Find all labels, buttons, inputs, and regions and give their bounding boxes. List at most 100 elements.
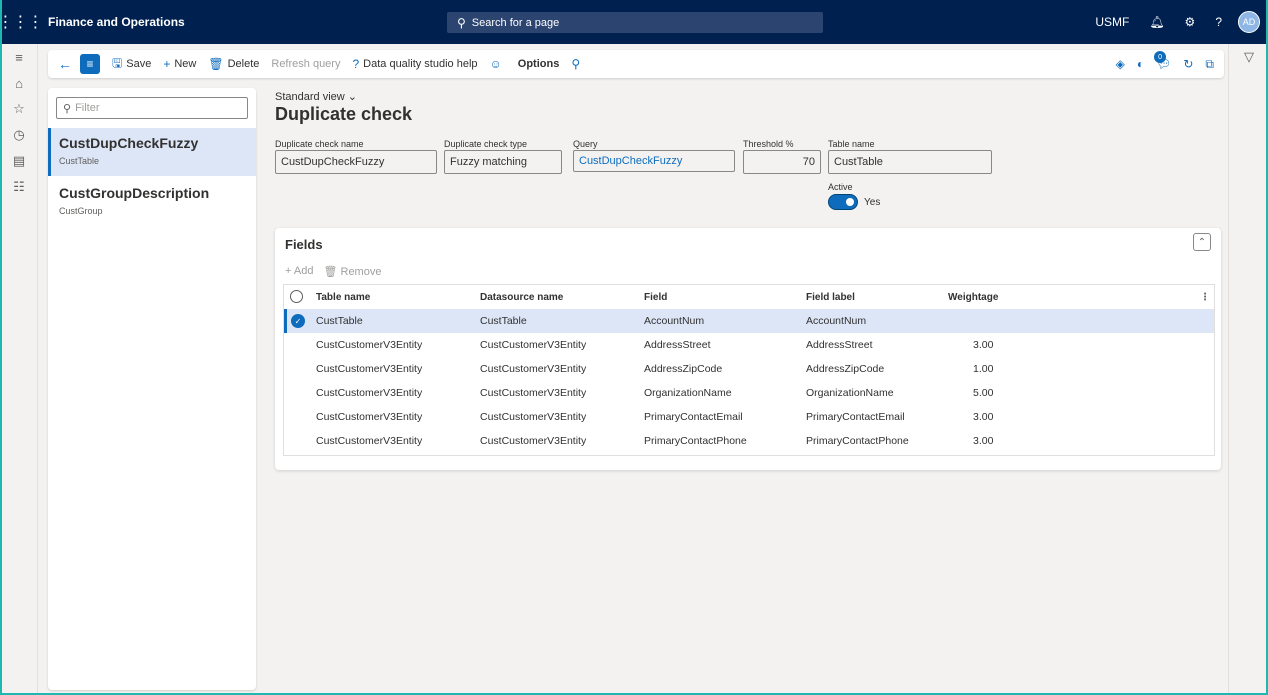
table-cell: PrimaryContactEmail [644, 411, 743, 423]
active-value: Yes [864, 197, 881, 208]
refresh-query-button[interactable]: Refresh query [265, 50, 346, 78]
table-cell: CustCustomerV3Entity [316, 363, 423, 375]
filter-input[interactable]: ⚲ Filter [56, 97, 248, 119]
app-title[interactable]: Finance and Operations [48, 15, 185, 29]
hamburger-icon[interactable]: ≡ [0, 44, 38, 70]
table-cell: CustCustomerV3Entity [480, 339, 587, 351]
plus-icon: + [285, 265, 292, 277]
type-field[interactable]: Fuzzy matching [444, 150, 562, 174]
table-row[interactable]: ✓ CustTable CustTable AccountNum Account… [284, 309, 1214, 333]
feedback-icon[interactable]: ☺ [484, 50, 512, 78]
top-bar: ⋮⋮⋮ Finance and Operations ⚲ Search for … [0, 0, 1268, 44]
avatar[interactable]: AD [1238, 11, 1260, 33]
list-item-title: CustGroupDescription [59, 185, 210, 201]
table-row[interactable]: CustCustomerV3Entity CustCustomerV3Entit… [284, 357, 1214, 381]
table-cell: 3.00 [973, 339, 994, 351]
modules-icon[interactable]: ☷ [0, 174, 38, 200]
table-field[interactable]: CustTable [828, 150, 992, 174]
active-label: Active [828, 182, 853, 192]
table-cell: OrganizationName [806, 387, 894, 399]
table-row[interactable]: CustCustomerV3Entity CustCustomerV3Entit… [284, 405, 1214, 429]
back-icon[interactable]: ← [52, 50, 78, 78]
table-cell: CustCustomerV3Entity [480, 363, 587, 375]
name-label: Duplicate check name [275, 139, 364, 149]
clock-icon[interactable]: ◷ [0, 122, 38, 148]
more-icon[interactable]: ⋮ [1200, 285, 1210, 309]
message-icon[interactable]: 💬︎ 0 [1154, 51, 1171, 71]
column-header[interactable]: Field [644, 285, 667, 309]
save-icon: 🖫 [112, 55, 123, 70]
fields-panel: Fields ⌃ + Add 🗑︎ Remove Table name Data… [275, 228, 1221, 470]
view-selector[interactable]: Standard view ⌄ [275, 90, 357, 103]
table-cell: PrimaryContactPhone [644, 435, 747, 447]
table-label: Table name [828, 139, 875, 149]
gear-icon[interactable]: ⚙ [1175, 0, 1206, 44]
table-cell: AddressZipCode [644, 363, 723, 375]
table-cell: CustTable [480, 315, 527, 327]
delete-button[interactable]: 🗑︎ Delete [202, 50, 265, 78]
table-row[interactable]: CustCustomerV3Entity CustCustomerV3Entit… [284, 429, 1214, 453]
table-cell: AccountNum [806, 315, 867, 327]
select-all-radio[interactable] [290, 290, 303, 303]
search-placeholder: Search for a page [471, 16, 560, 29]
refresh-icon[interactable]: ↻ [1183, 57, 1193, 71]
table-row[interactable]: CustCustomerV3Entity CustCustomerV3Entit… [284, 381, 1214, 405]
search-icon: ⚲ [457, 15, 466, 30]
table-cell: CustCustomerV3Entity [480, 411, 587, 423]
list-item[interactable]: CustDupCheckFuzzy CustTable [48, 128, 256, 176]
table-cell: CustCustomerV3Entity [316, 339, 423, 351]
query-label: Query [573, 139, 598, 149]
company-picker[interactable]: USMF [1085, 0, 1139, 44]
table-cell: PrimaryContactEmail [806, 411, 905, 423]
options-tab[interactable]: Options [512, 50, 566, 78]
home-icon[interactable]: ⌂ [0, 70, 38, 96]
page-title: Duplicate check [275, 104, 413, 124]
popout-icon[interactable]: ⧉ [1205, 57, 1214, 72]
chevron-up-icon[interactable]: ⌃ [1193, 233, 1211, 251]
search-input[interactable]: ⚲ Search for a page [447, 12, 823, 33]
table-cell: 1.00 [973, 363, 994, 375]
action-pane: ← ≡ 🖫 Save + New 🗑︎ Delete Refresh query ? D… [48, 50, 1224, 78]
filter-icon[interactable]: ▽ [1229, 44, 1268, 70]
filter-placeholder: Filter [75, 102, 100, 114]
bell-icon[interactable]: 🔔︎ [1139, 0, 1174, 44]
new-button[interactable]: + New [157, 50, 202, 78]
help-button[interactable]: ? Data quality studio help [346, 50, 483, 78]
table-cell: 5.00 [973, 387, 994, 399]
list-pane: ⚲ Filter CustDupCheckFuzzy CustTable Cus… [48, 88, 256, 690]
type-label: Duplicate check type [444, 139, 528, 149]
action-search-icon[interactable]: ⚲ [565, 50, 590, 78]
office-icon[interactable]: ◐ [1137, 57, 1144, 71]
star-icon[interactable]: ☆ [0, 96, 38, 122]
plus-icon: + [163, 57, 171, 71]
column-header[interactable]: Field label [806, 285, 855, 309]
checkmark-icon[interactable]: ✓ [291, 314, 305, 328]
column-header[interactable]: Table name [316, 285, 370, 309]
help-icon[interactable]: ? [1205, 0, 1232, 44]
fields-grid: Table name Datasource name Field Field l… [283, 284, 1215, 456]
remove-button[interactable]: 🗑︎ Remove [323, 265, 381, 278]
table-cell: CustCustomerV3Entity [316, 411, 423, 423]
table-cell: CustCustomerV3Entity [316, 387, 423, 399]
list-item-subtitle: CustTable [59, 156, 100, 166]
threshold-field[interactable]: 70 [743, 150, 821, 174]
active-toggle[interactable] [828, 194, 858, 210]
table-row[interactable]: CustCustomerV3Entity CustCustomerV3Entit… [284, 333, 1214, 357]
threshold-label: Threshold % [743, 139, 794, 149]
name-field[interactable]: CustDupCheckFuzzy [275, 150, 437, 174]
column-header[interactable]: Weightage [948, 285, 998, 309]
table-cell: OrganizationName [644, 387, 732, 399]
power-apps-icon[interactable]: ◈ [1116, 57, 1125, 71]
chevron-down-icon: ⌄ [347, 91, 357, 103]
table-cell: CustCustomerV3Entity [316, 435, 423, 447]
save-button[interactable]: 🖫 Save [106, 50, 157, 78]
app-launcher-icon[interactable]: ⋮⋮⋮ [0, 0, 44, 44]
list-item[interactable]: CustGroupDescription CustGroup [48, 178, 256, 226]
workspace-icon[interactable]: ▤ [0, 148, 38, 174]
table-cell: CustCustomerV3Entity [480, 387, 587, 399]
column-header[interactable]: Datasource name [480, 285, 563, 309]
list-item-title: CustDupCheckFuzzy [59, 135, 199, 151]
list-toggle-icon[interactable]: ≡ [80, 54, 100, 74]
query-field[interactable]: CustDupCheckFuzzy [573, 150, 735, 172]
add-button[interactable]: + Add [285, 265, 313, 278]
